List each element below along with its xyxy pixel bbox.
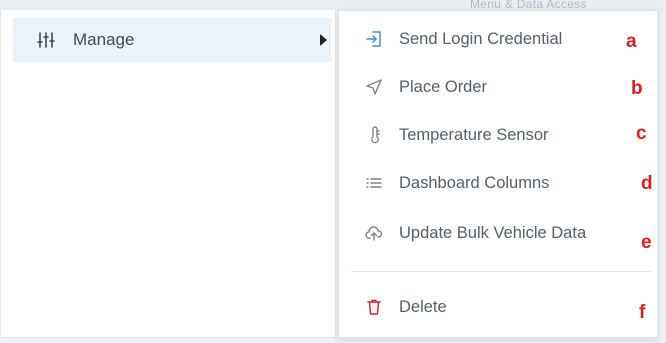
cloud-upload-icon [365,224,383,242]
list-icon [365,174,383,192]
annotation-marker-c: c [636,123,647,144]
sliders-icon [37,32,55,48]
submenu-item-delete[interactable]: Delete [339,287,657,327]
submenu-item-temperature-sensor[interactable]: Temperature Sensor [339,115,657,155]
background-peek-text: Menu & Data Access [470,0,587,9]
send-arrow-icon [365,78,383,96]
submenu-item-label: Temperature Sensor [399,125,549,144]
submenu-divider [351,271,651,272]
screen: Menu & Data Access Manage Send Login Cre… [0,0,666,343]
parent-menu: Manage [0,10,336,338]
submenu-item-label: Delete [399,297,447,316]
annotation-marker-d: d [641,173,653,194]
menu-item-manage-label: Manage [73,30,135,49]
submenu-item-label: Send Login Credential [399,29,563,48]
submenu-item-send-login-credential[interactable]: Send Login Credential [339,19,657,59]
submenu-item-update-bulk-vehicle-data[interactable]: Update Bulk Vehicle Data [339,213,657,253]
submenu-item-label: Place Order [399,77,488,96]
manage-submenu: Send Login Credential a Place Order b Te… [338,10,658,338]
submenu-item-label: Dashboard Columns [399,173,550,192]
submenu-item-place-order[interactable]: Place Order [339,67,657,107]
annotation-marker-f: f [639,302,646,323]
submenu-item-dashboard-columns[interactable]: Dashboard Columns [339,163,657,203]
annotation-marker-a: a [626,31,637,52]
login-icon [365,30,383,48]
thermometer-icon [365,126,383,144]
caret-right-icon [320,34,327,46]
annotation-marker-b: b [631,78,643,99]
menu-item-manage[interactable]: Manage [13,18,331,62]
trash-icon [365,298,383,316]
submenu-item-label: Update Bulk Vehicle Data [399,223,587,242]
annotation-marker-e: e [641,232,652,253]
